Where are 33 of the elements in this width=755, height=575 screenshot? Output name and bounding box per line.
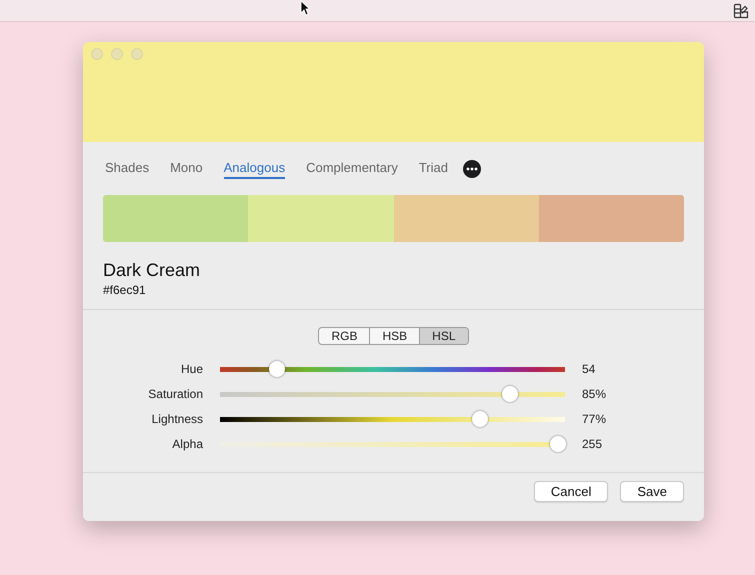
color-swatch[interactable] bbox=[103, 195, 248, 242]
minimize-button[interactable] bbox=[111, 48, 123, 60]
palette-icon[interactable] bbox=[733, 2, 749, 18]
slider-thumb[interactable] bbox=[268, 361, 285, 377]
color-name: Dark Cream bbox=[103, 260, 202, 281]
color-swatch[interactable] bbox=[248, 195, 394, 242]
mouse-pointer-icon bbox=[300, 0, 310, 16]
scheme-tab[interactable]: Triad bbox=[418, 160, 448, 178]
close-button[interactable] bbox=[91, 48, 103, 60]
slider-thumb[interactable] bbox=[550, 436, 566, 452]
slider-value: 54 bbox=[582, 362, 596, 376]
save-button[interactable]: Save bbox=[620, 481, 684, 502]
color-swatch[interactable] bbox=[394, 195, 539, 242]
slider-thumb[interactable] bbox=[502, 386, 518, 402]
more-icon[interactable] bbox=[462, 160, 481, 178]
slider-value: 85% bbox=[582, 387, 608, 401]
slider-label: Saturation bbox=[147, 387, 203, 401]
cancel-button[interactable]: Cancel bbox=[534, 481, 608, 502]
slider-value: 255 bbox=[582, 437, 604, 451]
scheme-tab[interactable]: Analogous bbox=[224, 160, 286, 178]
scheme-tab[interactable]: Complementary bbox=[306, 160, 398, 178]
slider-label: Hue bbox=[180, 362, 203, 376]
slider-value: 77% bbox=[582, 412, 608, 426]
slider-label: Lightness bbox=[150, 412, 203, 426]
color-hex: #f6ec91 bbox=[103, 283, 147, 297]
slider-thumb[interactable] bbox=[472, 411, 488, 427]
slider-label: Alpha bbox=[171, 437, 203, 451]
zoom-button[interactable] bbox=[131, 48, 143, 60]
color-swatch[interactable] bbox=[538, 195, 684, 242]
scheme-tab[interactable]: Mono bbox=[170, 160, 203, 178]
scheme-tab[interactable]: Shades bbox=[105, 160, 150, 178]
mode-segment[interactable]: HSL bbox=[419, 328, 468, 344]
mode-segment[interactable]: RGB bbox=[319, 328, 370, 344]
